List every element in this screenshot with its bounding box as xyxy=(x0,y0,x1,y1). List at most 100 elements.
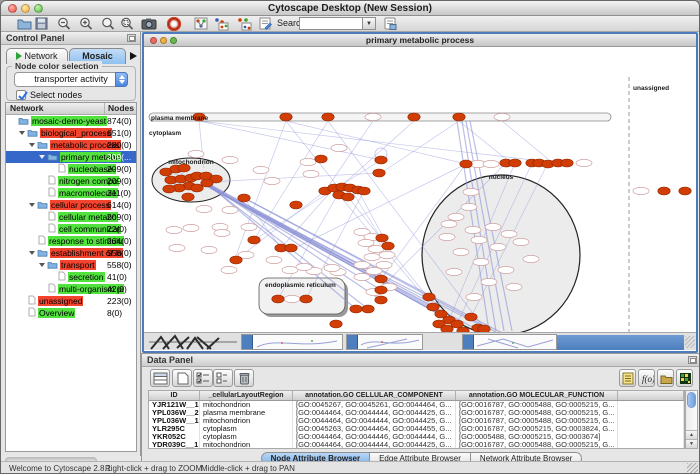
network-node[interactable] xyxy=(485,223,501,230)
network-node[interactable] xyxy=(483,160,499,167)
background-window-fragment[interactable] xyxy=(346,334,423,350)
search-input[interactable] xyxy=(299,17,362,30)
network-node[interactable] xyxy=(342,193,354,201)
network-node[interactable] xyxy=(473,258,489,265)
help-ring-icon[interactable] xyxy=(167,17,181,31)
network-node[interactable] xyxy=(506,283,522,290)
network-node[interactable] xyxy=(221,266,237,273)
network-node[interactable] xyxy=(222,206,238,213)
expand-triangle-icon[interactable] xyxy=(39,155,45,159)
network-node[interactable] xyxy=(303,170,319,177)
attribute-list-icon[interactable] xyxy=(619,369,636,387)
import-folder-icon[interactable] xyxy=(657,369,674,387)
network-node[interactable] xyxy=(461,203,477,210)
scroll-down-icon[interactable]: ▼ xyxy=(686,439,697,448)
network-view-titlebar[interactable]: primary metabolic process xyxy=(144,34,696,47)
network-node[interactable] xyxy=(441,325,453,332)
tree-row[interactable]: nitrogen compo209(0) xyxy=(6,175,136,187)
tree-row[interactable]: primary metabo209(... xyxy=(6,151,136,163)
network-node[interactable] xyxy=(290,201,302,209)
search-options-icon[interactable] xyxy=(384,17,397,30)
network-node[interactable] xyxy=(408,113,420,121)
new-attribute-icon[interactable] xyxy=(172,369,192,387)
network-node[interactable] xyxy=(460,160,472,168)
zoom-fit-icon[interactable] xyxy=(101,17,115,31)
network-node[interactable] xyxy=(481,278,497,285)
network-node[interactable] xyxy=(285,244,297,252)
background-window-titlebar[interactable] xyxy=(557,335,684,350)
background-window-fragment[interactable] xyxy=(241,334,343,350)
network-node[interactable] xyxy=(300,158,316,165)
network-node[interactable] xyxy=(453,248,469,255)
network-node[interactable] xyxy=(191,184,203,192)
network-node[interactable] xyxy=(238,194,250,202)
zoom-out-icon[interactable] xyxy=(57,17,71,31)
network-node[interactable] xyxy=(471,236,487,243)
network-node[interactable] xyxy=(501,230,517,237)
network-node[interactable] xyxy=(523,255,539,262)
network-node[interactable] xyxy=(465,226,481,233)
save-icon[interactable] xyxy=(35,17,48,30)
delete-attribute-icon[interactable] xyxy=(234,369,254,387)
tree-row[interactable]: response to stimulu264(0) xyxy=(6,235,136,247)
network-node[interactable] xyxy=(248,236,260,244)
network-node[interactable] xyxy=(300,295,312,303)
network-node[interactable] xyxy=(446,268,462,275)
tree-row[interactable]: metabolic process280(0) xyxy=(6,139,136,151)
table-row[interactable]: YJR121W__1mitochondrion[GO:0045267, GO:0… xyxy=(149,401,684,409)
network-node[interactable] xyxy=(365,113,381,120)
network-node[interactable] xyxy=(282,266,298,273)
attribute-table-icon[interactable] xyxy=(150,369,170,387)
attribute-table-header[interactable]: ID_cellularLayoutRegionannotation.GO CEL… xyxy=(149,391,684,401)
snapshot-icon[interactable] xyxy=(141,17,157,30)
table-row[interactable]: YLR295Ccytoplasm[GO:0045263, GO:0044464,… xyxy=(149,425,684,433)
zoom-in-icon[interactable] xyxy=(79,17,93,31)
network-node[interactable] xyxy=(280,113,292,121)
network-node[interactable] xyxy=(478,325,490,332)
network-node[interactable] xyxy=(182,193,194,201)
heatmap-icon[interactable] xyxy=(676,369,693,387)
network-node[interactable] xyxy=(354,261,370,268)
layout-a-icon[interactable] xyxy=(213,17,229,31)
network-node[interactable] xyxy=(354,273,370,280)
tree-row[interactable]: Overview8(0) xyxy=(6,307,136,319)
layout-b-icon[interactable] xyxy=(236,17,252,31)
tree-row[interactable]: macromolecule311(0) xyxy=(6,187,136,199)
resize-grip-icon[interactable] xyxy=(685,336,695,348)
expand-triangle-icon[interactable] xyxy=(39,263,45,267)
tree-row[interactable]: mosaic-demo-yeast874(0) xyxy=(6,115,136,127)
network-node[interactable] xyxy=(315,155,327,163)
network-overview-icon[interactable] xyxy=(194,17,208,30)
network-node[interactable] xyxy=(284,295,300,302)
more-tabs-arrow[interactable] xyxy=(130,52,137,60)
tree-row[interactable]: cellular metabo209(0) xyxy=(6,211,136,223)
expand-triangle-icon[interactable] xyxy=(29,203,35,207)
network-node[interactable] xyxy=(266,256,282,263)
expand-triangle-icon[interactable] xyxy=(29,143,35,147)
zoom-selected-icon[interactable] xyxy=(120,17,134,31)
table-column-header[interactable]: annotation.GO MOLECULAR_FUNCTION xyxy=(456,391,618,400)
network-node[interactable] xyxy=(463,188,479,195)
network-node[interactable] xyxy=(441,220,457,227)
table-scrollbar[interactable]: ▲ ▼ xyxy=(685,390,698,449)
network-node[interactable] xyxy=(494,113,510,120)
network-node[interactable] xyxy=(679,187,691,195)
network-node[interactable] xyxy=(331,144,347,151)
network-node[interactable] xyxy=(451,320,463,328)
table-column-header[interactable]: annotation.GO CELLULAR_COMPONENT xyxy=(293,391,456,400)
float-panel-icon[interactable] xyxy=(688,356,697,364)
network-node[interactable] xyxy=(576,159,592,166)
background-window-sketch[interactable] xyxy=(149,333,239,350)
window-resize-grip[interactable] xyxy=(687,463,698,474)
network-node[interactable] xyxy=(373,169,385,177)
network-node[interactable] xyxy=(350,305,362,313)
scroll-up-icon[interactable]: ▲ xyxy=(686,430,697,439)
network-node[interactable] xyxy=(375,286,387,294)
network-node[interactable] xyxy=(324,264,340,271)
network-node[interactable] xyxy=(322,113,334,121)
network-node[interactable] xyxy=(427,303,439,311)
network-node[interactable] xyxy=(375,296,387,304)
table-column-header[interactable]: ID xyxy=(149,391,200,400)
table-column-header[interactable]: _cellularLayoutRegion xyxy=(200,391,293,400)
network-node[interactable] xyxy=(379,251,395,258)
